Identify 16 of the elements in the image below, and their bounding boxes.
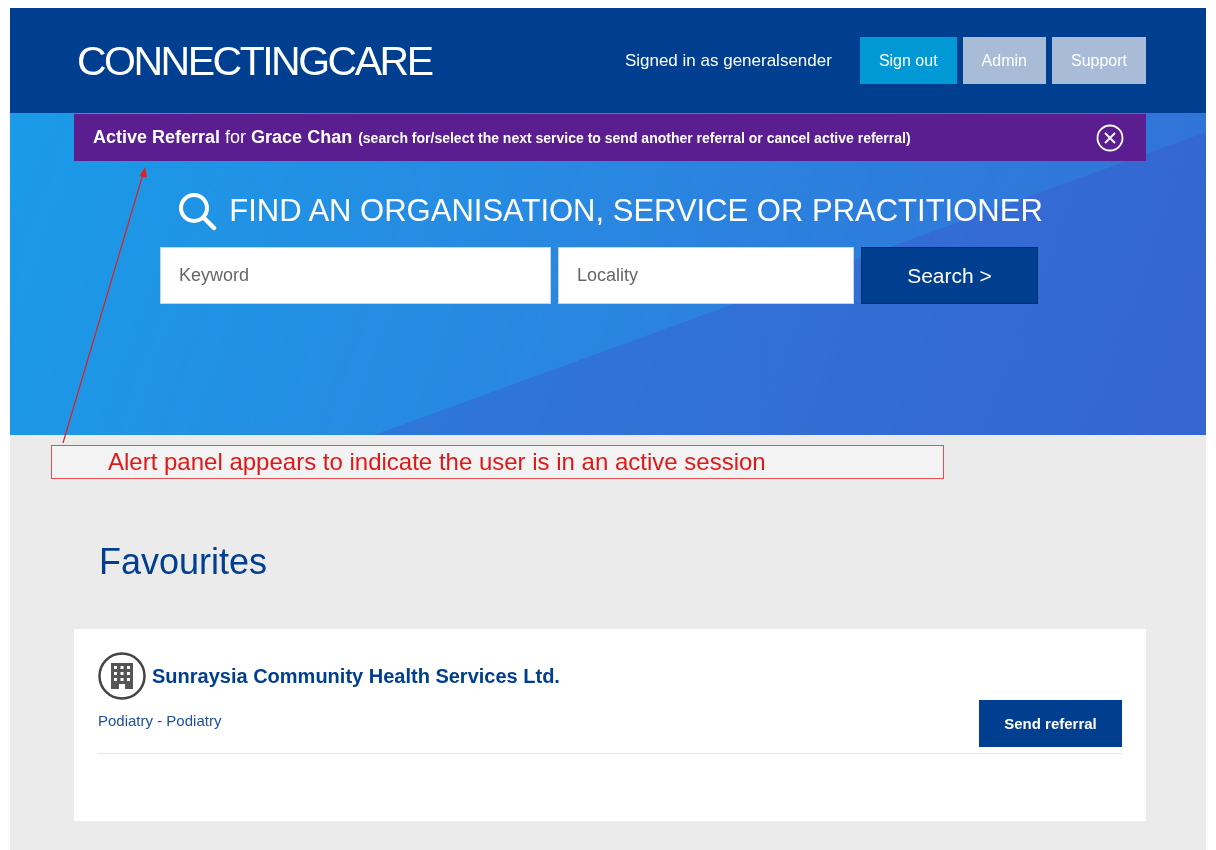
search-button[interactable]: Search > (861, 247, 1038, 304)
send-referral-button[interactable]: Send referral (979, 700, 1122, 747)
service-link[interactable]: Podiatry - Podiatry (98, 712, 222, 729)
annotation-callout: Alert panel appears to indicate the user is in an active session (51, 445, 944, 479)
organisation-name[interactable]: Sunraysia Community Health Services Ltd. (152, 664, 560, 688)
signed-in-text: Signed in as generalsender (624, 50, 832, 71)
locality-field[interactable]: Locality (558, 247, 854, 304)
search-icon (177, 191, 218, 231)
close-icon[interactable] (1096, 123, 1124, 152)
building-icon (98, 652, 146, 700)
alert-hint: (search for/select the next service to send another referral or cancel active referral) (358, 129, 912, 146)
favourites-heading: Favourites (99, 541, 269, 583)
keyword-field[interactable]: Keyword (160, 247, 551, 304)
search-heading: FIND AN ORGANISATION, SERVICE OR PRACTITIONER (229, 193, 1043, 229)
alert-message: Active Referral for Grace Chan (93, 127, 353, 148)
logo[interactable]: CONNECTINGCARE (77, 36, 432, 85)
